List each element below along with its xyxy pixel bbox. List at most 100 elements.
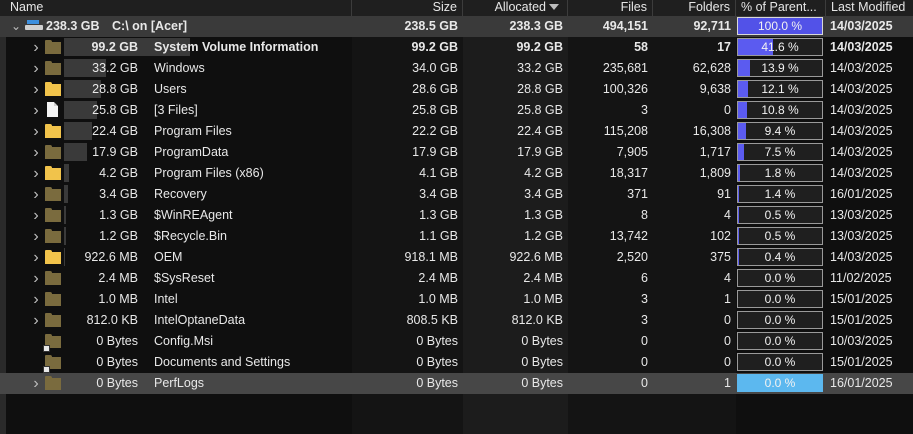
row-name: Config.Msi	[154, 334, 214, 348]
chevron-right-icon[interactable]: ›	[30, 247, 42, 268]
root-row[interactable]: ⌄ 238.3 GB C:\ on [Acer] 238.5 GB 238.3 …	[0, 16, 913, 37]
chevron-right-icon[interactable]: ›	[30, 163, 42, 184]
tree-row[interactable]: › 1.0 MB Intel 1.0 MB 1.0 MB 3 1 0.0 % 15/01/202…	[0, 289, 913, 310]
row-name: PerfLogs	[154, 376, 205, 390]
row-name: [3 Files]	[154, 103, 198, 117]
row-files: 13,742	[609, 229, 648, 243]
tree-row[interactable]: › 28.8 GB Users 28.6 GB 28.8 GB 100,326 9,638 1…	[0, 79, 913, 100]
tree-row[interactable]: › 3.4 GB Recovery 3.4 GB 3.4 GB 371 91 1.4 % 16/…	[0, 184, 913, 205]
root-modified: 14/03/2025	[830, 19, 893, 33]
tree-row[interactable]: › 17.9 GB ProgramData 17.9 GB 17.9 GB 7,905 1,…	[0, 142, 913, 163]
root-percent-bar: 100.0 %	[737, 17, 823, 35]
chevron-down-icon[interactable]: ⌄	[10, 16, 22, 37]
folder-yellow-icon	[45, 166, 61, 180]
row-size-label: 1.0 MB	[98, 292, 138, 306]
column-header: Name Size Allocated Files Folders % of P…	[0, 0, 913, 17]
header-files[interactable]: Files	[568, 0, 653, 16]
folder-dark-icon	[45, 208, 61, 222]
chevron-right-icon[interactable]: ›	[30, 37, 42, 58]
row-folders: 62,628	[692, 61, 731, 75]
tree-row[interactable]: › 4.2 GB Program Files (x86) 4.1 GB 4.2 GB 18…	[0, 163, 913, 184]
percent-text: 9.4 %	[764, 124, 796, 138]
row-files: 115,208	[603, 124, 648, 138]
percent-bar: 0.0 %	[737, 353, 823, 371]
app-window: Name Size Allocated Files Folders % of P…	[0, 0, 913, 434]
row-name: Recovery	[154, 187, 207, 201]
percent-text: 12.1 %	[761, 82, 799, 96]
row-folders: 91	[717, 187, 731, 201]
tree-row[interactable]: › 812.0 KB IntelOptaneData 808.5 KB 812.0 KB…	[0, 310, 913, 331]
chevron-right-icon[interactable]: ›	[30, 184, 42, 205]
row-files: 18,317	[609, 166, 648, 180]
row-folders: 4	[724, 271, 731, 285]
tree-row[interactable]: › 1.3 GB $WinREAgent 1.3 GB 1.3 GB 8 4 0.5 % 13/…	[0, 205, 913, 226]
row-allocated: 0 Bytes	[521, 334, 563, 348]
row-modified: 13/03/2025	[830, 208, 893, 222]
row-allocated: 33.2 GB	[517, 61, 563, 75]
row-folders: 1,809	[699, 166, 731, 180]
drive-icon	[25, 20, 43, 31]
chevron-right-icon[interactable]: ›	[30, 100, 42, 121]
folder-dark-icon	[45, 145, 61, 159]
chevron-right-icon[interactable]: ›	[30, 205, 42, 226]
folder-dark-icon	[45, 313, 61, 327]
row-size-label: 3.4 GB	[99, 187, 138, 201]
row-name: Windows	[154, 61, 205, 75]
row-allocated: 922.6 MB	[509, 250, 563, 264]
row-allocated: 812.0 KB	[511, 313, 563, 327]
percent-bar: 10.8 %	[737, 101, 823, 119]
percent-text: 13.9 %	[761, 61, 799, 75]
chevron-right-icon[interactable]: ›	[30, 373, 42, 394]
folder-yellow-icon	[45, 124, 61, 138]
tree-row[interactable]: › 99.2 GB System Volume Information 99.2 GB…	[0, 37, 913, 58]
row-name: System Volume Information	[154, 40, 319, 54]
chevron-right-icon[interactable]: ›	[30, 268, 42, 289]
folder-dark-icon	[45, 271, 61, 285]
chevron-right-icon[interactable]: ›	[30, 79, 42, 100]
percent-bar: 1.4 %	[737, 185, 823, 203]
row-folders: 16,308	[692, 124, 731, 138]
chevron-right-icon[interactable]: ›	[30, 58, 42, 79]
row-size: 0 Bytes	[416, 376, 458, 390]
root-size: 238.5 GB	[404, 19, 458, 33]
row-folders: 0	[724, 355, 731, 369]
chevron-right-icon[interactable]: ›	[30, 142, 42, 163]
header-size[interactable]: Size	[352, 0, 463, 16]
percent-text: 7.5 %	[764, 145, 796, 159]
row-allocated: 3.4 GB	[524, 187, 563, 201]
chevron-right-icon[interactable]: ›	[30, 226, 42, 247]
row-size: 4.1 GB	[419, 166, 458, 180]
root-size-label: 238.3 GB	[46, 19, 100, 33]
header-folders[interactable]: Folders	[653, 0, 736, 16]
tree-row[interactable]: › 33.2 GB Windows 34.0 GB 33.2 GB 235,681 62,6…	[0, 58, 913, 79]
row-folders: 0	[724, 103, 731, 117]
root-name: C:\ on [Acer]	[112, 19, 187, 33]
header-percent-of-parent[interactable]: % of Parent...	[736, 0, 826, 16]
row-name: ProgramData	[154, 145, 229, 159]
tree-row[interactable]: › 2.4 MB $SysReset 2.4 MB 2.4 MB 6 4 0.0 % 11/02…	[0, 268, 913, 289]
row-files: 371	[627, 187, 648, 201]
row-folders: 17	[717, 40, 731, 54]
chevron-right-icon[interactable]: ›	[30, 121, 42, 142]
chevron-right-icon[interactable]: ›	[30, 289, 42, 310]
row-size: 0 Bytes	[416, 355, 458, 369]
tree-row[interactable]: › 25.8 GB [3 Files] 25.8 GB 25.8 GB 3 0 10.8 % 1…	[0, 100, 913, 121]
row-size: 28.6 GB	[412, 82, 458, 96]
row-size-label: 99.2 GB	[91, 40, 138, 54]
row-size: 918.1 MB	[404, 250, 458, 264]
tree-row[interactable]: › 1.2 GB $Recycle.Bin 1.1 GB 1.2 GB 13,742 102…	[0, 226, 913, 247]
row-name: Users	[154, 82, 187, 96]
header-name[interactable]: Name	[0, 0, 352, 16]
header-allocated[interactable]: Allocated	[463, 0, 568, 16]
tree-row[interactable]: 0 Bytes Config.Msi 0 Bytes 0 Bytes 0 0 0.0 % 10…	[0, 331, 913, 352]
header-last-modified[interactable]: Last Modified	[826, 0, 913, 16]
shortcut-overlay-icon	[43, 366, 50, 373]
header-allocated-label: Allocated	[494, 0, 546, 14]
row-size: 25.8 GB	[412, 103, 458, 117]
tree-row[interactable]: › 0 Bytes PerfLogs 0 Bytes 0 Bytes 0 1 0.0 % 16/…	[0, 373, 913, 394]
tree-row[interactable]: › 22.4 GB Program Files 22.2 GB 22.4 GB 115,2…	[0, 121, 913, 142]
tree-row[interactable]: 0 Bytes Documents and Settings 0 Bytes 0 By…	[0, 352, 913, 373]
percent-text: 1.4 %	[764, 187, 796, 201]
tree-row[interactable]: › 922.6 MB OEM 918.1 MB 922.6 MB 2,520 375 0.4 …	[0, 247, 913, 268]
chevron-right-icon[interactable]: ›	[30, 310, 42, 331]
